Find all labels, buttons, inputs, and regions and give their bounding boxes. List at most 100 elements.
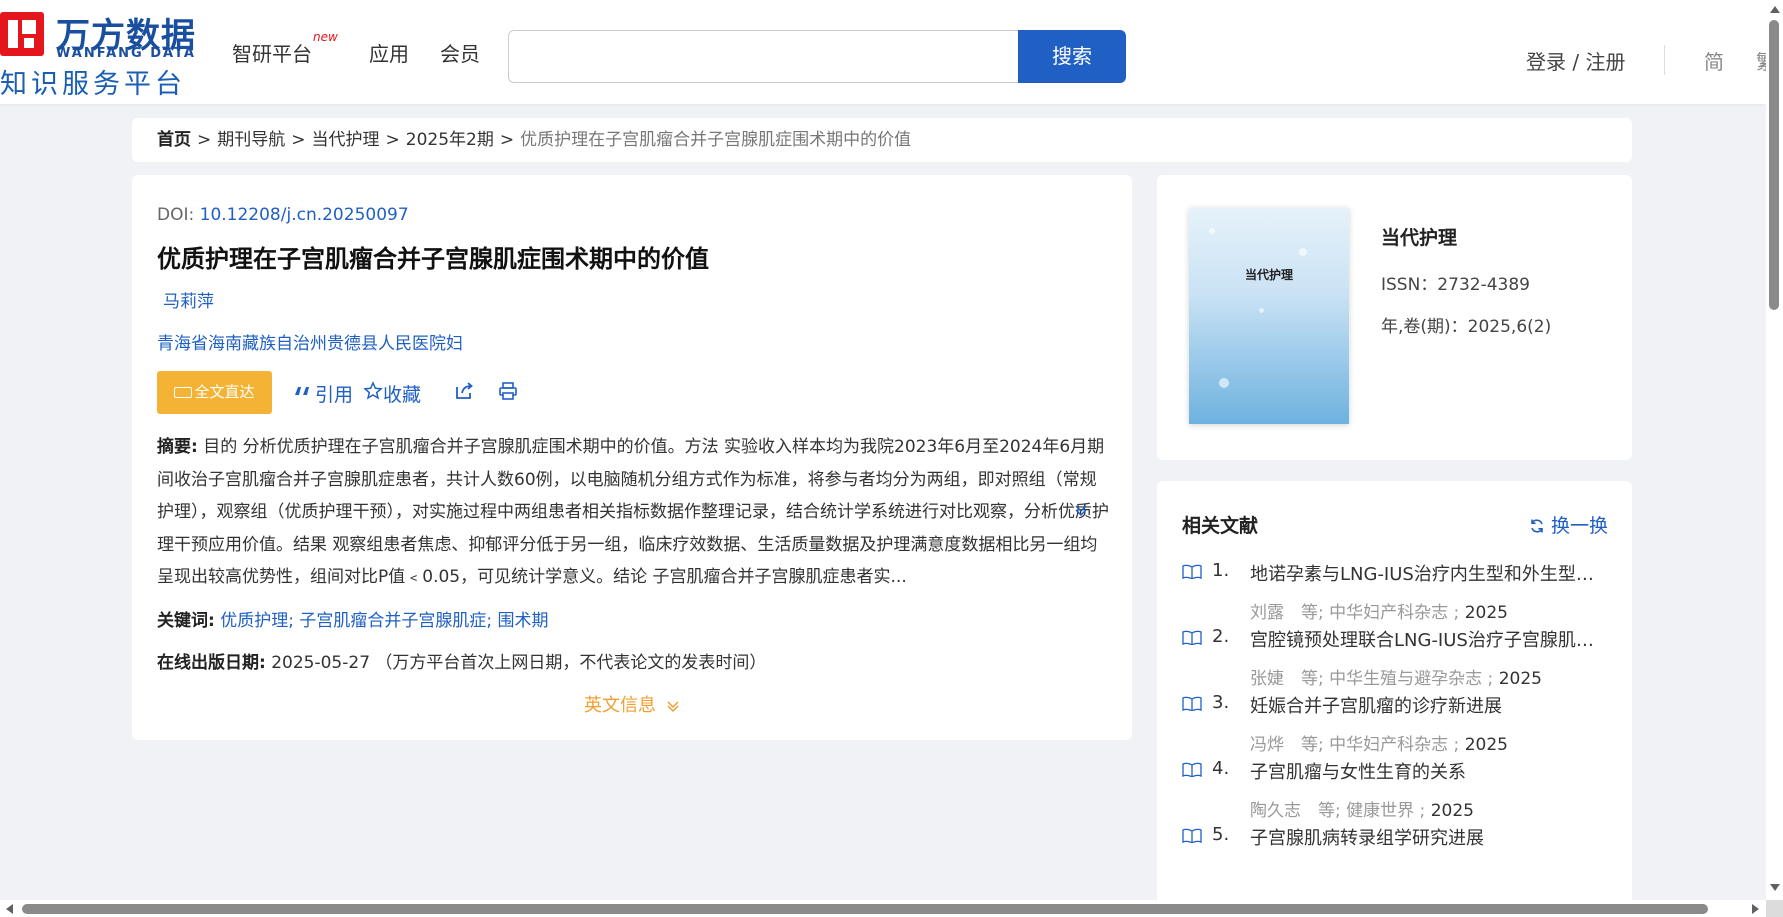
book-icon	[1182, 696, 1202, 711]
doi-label: DOI:	[157, 205, 200, 225]
abstract-text: 摘要: 目的 分析优质护理在子宫肌瘤合并子宫腺肌症围术期中的价值。方法 实验收入…	[157, 431, 1112, 591]
journal-info-card: 当代护理 当代护理 ISSN：2732-4389 年,卷(期)：2025,6(2…	[1157, 175, 1632, 460]
fulltext-label: 全文直达	[194, 383, 255, 401]
cover-decoration	[1299, 248, 1307, 256]
star-icon[interactable]	[363, 381, 383, 401]
related-item: 5. 子宫腺肌病转录组学研究进展	[1182, 824, 1622, 884]
cover-decoration	[1219, 378, 1229, 388]
related-authors[interactable]: 陶久志 等;	[1250, 801, 1341, 821]
breadcrumb-journal[interactable]: 当代护理	[312, 130, 380, 150]
related-year: 2025	[1464, 735, 1508, 755]
keyword-link[interactable]: 子宫肌瘤合并子宫腺肌症	[299, 611, 486, 631]
favorite-button[interactable]: 收藏	[383, 380, 421, 407]
print-icon[interactable]	[498, 381, 518, 401]
book-icon	[1182, 564, 1202, 579]
article-detail-card: DOI: 10.12208/j.cn.20250097 优质护理在子宫肌瘤合并子…	[132, 175, 1132, 740]
doi-line: DOI: 10.12208/j.cn.20250097	[157, 205, 409, 225]
quote-icon[interactable]	[292, 381, 312, 401]
related-index: 1.	[1212, 560, 1230, 581]
keywords-line: 关键词: 优质护理; 子宫肌瘤合并子宫腺肌症; 围术期	[157, 606, 549, 631]
abstract-label: 摘要:	[157, 437, 198, 457]
related-year: 2025	[1464, 603, 1508, 623]
publish-date-label: 在线出版日期:	[157, 653, 266, 673]
related-title: 相关文献	[1182, 515, 1259, 537]
breadcrumb-issue[interactable]: 2025年2期	[406, 130, 494, 150]
search-button[interactable]: 搜索	[1018, 30, 1126, 83]
article-title: 优质护理在子宫肌瘤合并子宫腺肌症围术期中的价值	[157, 245, 709, 273]
related-journal[interactable]: 中华妇产科杂志 ;	[1329, 603, 1459, 623]
journal-name[interactable]: 当代护理	[1381, 223, 1457, 250]
related-meta: 刘露 等; 中华妇产科杂志 ; 2025	[1250, 598, 1508, 623]
double-chevron-down-icon	[667, 701, 679, 713]
scroll-down-arrow-icon[interactable]	[1770, 884, 1780, 891]
login-register-link[interactable]: 登录 / 注册	[1526, 46, 1625, 75]
expand-abstract-icon[interactable]	[1074, 503, 1088, 517]
related-meta: 张婕 等; 中华生殖与避孕杂志 ; 2025	[1250, 664, 1542, 689]
related-item: 3. 妊娠合并子宫肌瘤的诊疗新进展 冯烨 等; 中华妇产科杂志 ; 2025	[1182, 692, 1622, 755]
fulltext-button[interactable]: 全文直达	[157, 371, 272, 414]
related-item: 1. 地诺孕素与LNG-IUS治疗内生型和外生型子宫腺肌病的效果比较 刘露 等;…	[1182, 560, 1622, 623]
related-index: 5.	[1212, 824, 1230, 845]
book-icon	[1182, 828, 1202, 843]
lang-traditional[interactable]: 繁	[1756, 46, 1766, 75]
scroll-right-arrow-icon[interactable]	[1752, 904, 1759, 914]
share-icon[interactable]	[454, 381, 474, 401]
author-link[interactable]: 马莉萍	[163, 287, 214, 312]
related-articles-card: 相关文献 换一换 1. 地诺孕素与LNG-IUS治疗内生型和外生型子宫腺肌病的效…	[1157, 481, 1632, 917]
header-divider	[1664, 45, 1665, 75]
related-journal[interactable]: 健康世界 ;	[1346, 801, 1425, 821]
related-authors[interactable]: 冯烨 等;	[1250, 735, 1324, 755]
scrollbar-corner	[1766, 900, 1783, 917]
logo-text-en: WANFANG DATA	[56, 46, 196, 61]
breadcrumb-journal-nav[interactable]: 期刊导航	[217, 130, 285, 150]
new-badge: new	[313, 30, 338, 44]
breadcrumb-separator: >	[385, 130, 400, 150]
keyword-link[interactable]: 优质护理	[220, 611, 288, 631]
scroll-left-arrow-icon[interactable]	[6, 904, 13, 914]
vertical-scroll-thumb[interactable]	[1769, 20, 1779, 310]
lang-simplified[interactable]: 简	[1704, 46, 1724, 75]
organization-link[interactable]: 青海省海南藏族自治州贵德县人民医院妇	[157, 329, 463, 354]
horizontal-scrollbar[interactable]	[0, 900, 1766, 917]
related-title-link[interactable]: 妊娠合并子宫肌瘤的诊疗新进展	[1250, 692, 1605, 718]
english-info-toggle[interactable]: 英文信息	[584, 691, 680, 717]
breadcrumb: 首页 > 期刊导航 > 当代护理 >2025年2期 > 优质护理在子宫肌瘤合并子宫腺肌症围术期…	[132, 118, 1632, 162]
related-authors[interactable]: 张婕 等;	[1250, 669, 1324, 689]
related-year: 2025	[1430, 801, 1474, 821]
book-icon	[1182, 630, 1202, 645]
horizontal-scroll-thumb[interactable]	[22, 904, 1708, 914]
cover-decoration	[1259, 308, 1264, 313]
related-year: 2025	[1498, 669, 1542, 689]
journal-volume: 年,卷(期)：2025,6(2)	[1381, 317, 1552, 337]
vertical-scrollbar[interactable]	[1766, 0, 1783, 900]
cite-button[interactable]: 引用	[315, 380, 353, 407]
nav-zhiyan-platform[interactable]: 智研平台	[232, 38, 312, 67]
breadcrumb-home[interactable]: 首页	[157, 130, 191, 150]
keyword-link[interactable]: 围术期	[498, 611, 549, 631]
refresh-button[interactable]: 换一换	[1529, 511, 1608, 538]
refresh-icon	[1531, 519, 1543, 533]
scroll-up-arrow-icon[interactable]	[1770, 6, 1780, 13]
breadcrumb-separator: >	[499, 130, 515, 150]
doi-link[interactable]: 10.12208/j.cn.20250097	[200, 205, 409, 225]
related-meta: 陶久志 等; 健康世界 ; 2025	[1250, 796, 1474, 821]
breadcrumb-separator: >	[197, 130, 212, 150]
related-journal[interactable]: 中华生殖与避孕杂志 ;	[1329, 669, 1493, 689]
abstract-section: 摘要: 目的 分析优质护理在子宫肌瘤合并子宫腺肌症围术期中的价值。方法 实验收入…	[157, 431, 1112, 591]
related-authors[interactable]: 刘露 等;	[1250, 603, 1324, 623]
related-meta: 冯烨 等; 中华妇产科杂志 ; 2025	[1250, 730, 1508, 755]
fulltext-icon	[174, 387, 193, 398]
nav-membership[interactable]: 会员	[440, 38, 480, 67]
related-item: 2. 宫腔镜预处理联合LNG-IUS治疗子宫腺肌病的疗效分析 张婕 等; 中华生…	[1182, 626, 1622, 689]
related-title-link[interactable]: 子宫肌瘤与女性生育的关系	[1250, 758, 1605, 784]
search-input[interactable]	[508, 30, 1018, 83]
related-title-link[interactable]: 地诺孕素与LNG-IUS治疗内生型和外生型子宫腺肌病的效果比较	[1250, 560, 1605, 586]
book-icon	[1182, 762, 1202, 777]
nav-apps[interactable]: 应用	[369, 38, 409, 67]
journal-cover-image[interactable]: 当代护理	[1189, 208, 1349, 424]
related-journal[interactable]: 中华妇产科杂志 ;	[1329, 735, 1459, 755]
publish-date-line: 在线出版日期: 2025-05-27 （万方平台首次上网日期，不代表论文的发表时…	[157, 648, 766, 673]
related-title-link[interactable]: 子宫腺肌病转录组学研究进展	[1250, 824, 1605, 850]
related-title-link[interactable]: 宫腔镜预处理联合LNG-IUS治疗子宫腺肌病的疗效分析	[1250, 626, 1605, 652]
wanfang-logo[interactable]: 万方数据 WANFANG DATA 知识服务平台	[0, 8, 200, 100]
